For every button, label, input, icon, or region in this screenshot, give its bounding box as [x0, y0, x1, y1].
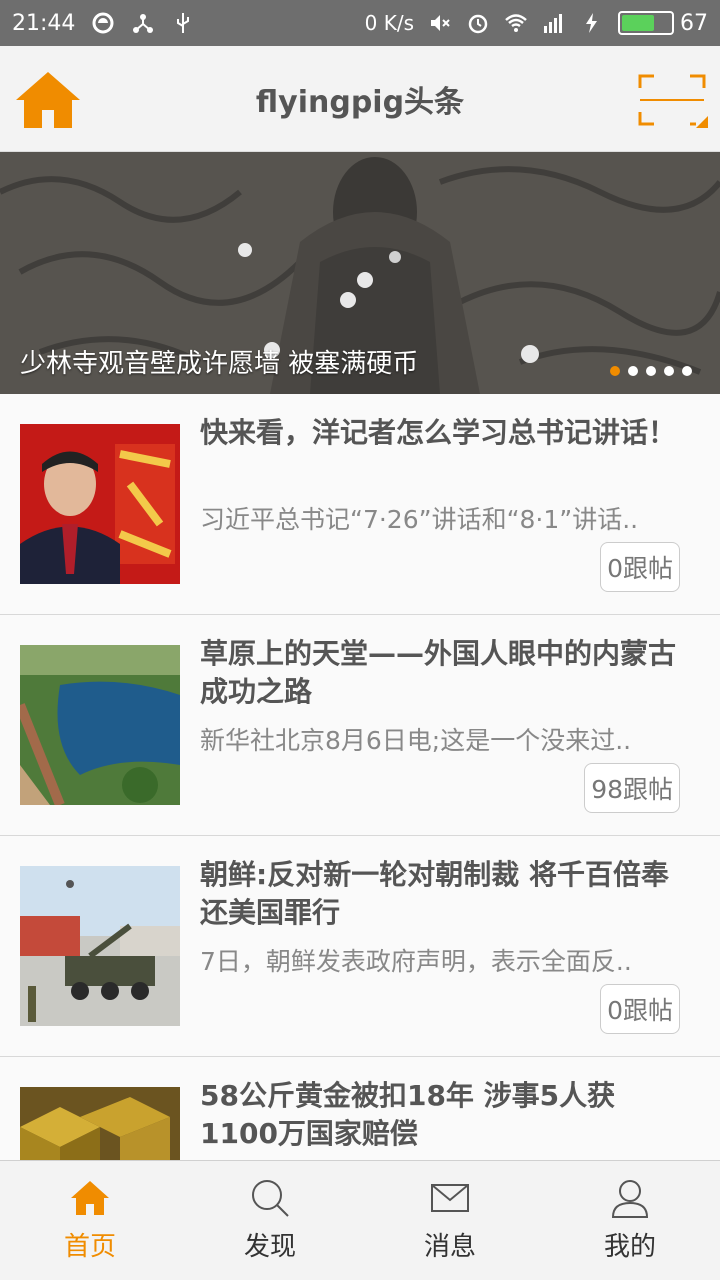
- search-icon: [252, 1180, 289, 1217]
- tab-label: 发现: [243, 1232, 296, 1262]
- battery-icon: [618, 11, 674, 35]
- alarm-icon: [468, 14, 488, 34]
- news-summary: 新华社北京8月6日电;这是一个没来过..: [200, 726, 632, 755]
- mute-icon: [431, 15, 450, 31]
- carousel-dot[interactable]: [628, 366, 638, 376]
- news-thumbnail: [20, 424, 180, 584]
- carousel-dot[interactable]: [682, 366, 692, 376]
- home-icon: [71, 1181, 109, 1215]
- tab-discover[interactable]: 发现: [180, 1161, 360, 1280]
- news-item[interactable]: 快来看，洋记者怎么学习总书记讲话！ 习近平总书记“7·26”讲话和“8·1”讲话…: [0, 394, 720, 615]
- carousel-dot[interactable]: [610, 366, 620, 376]
- news-summary: 习近平总书记“7·26”讲话和“8·1”讲话..: [200, 505, 639, 534]
- news-summary: 7日，朝鲜发表政府声明，表示全面反..: [200, 947, 632, 976]
- news-thumbnail: [20, 645, 180, 805]
- banner-carousel[interactable]: 少林寺观音壁成许愿墙 被塞满硬币: [0, 152, 720, 394]
- signal-icon: [544, 14, 562, 33]
- news-item[interactable]: 58公斤黄金被扣18年 涉事5人获1100万国家赔偿: [0, 1057, 720, 1160]
- news-item[interactable]: 朝鲜:反对新一轮对朝制裁 将千百倍奉还美国罪行 7日，朝鲜发表政府声明，表示全面…: [0, 836, 720, 1057]
- carousel-indicator: [610, 366, 692, 376]
- tab-profile[interactable]: 我的: [540, 1161, 720, 1280]
- carousel-dot[interactable]: [664, 366, 674, 376]
- bottom-tab-bar: 首页 发现 消息 我的: [0, 1160, 720, 1280]
- news-title: 朝鲜:反对新一轮对朝制裁 将千百倍奉还美国罪行: [200, 858, 669, 929]
- battery-indicator: 67: [618, 11, 708, 36]
- scan-icon[interactable]: [636, 72, 708, 128]
- status-time: 21:44: [12, 10, 76, 36]
- page-title: flyingpig头条: [255, 84, 465, 120]
- battery-level: 67: [680, 10, 708, 36]
- mail-icon: [431, 1184, 469, 1212]
- charging-icon: [586, 13, 597, 33]
- reply-count-badge[interactable]: 0跟帖: [600, 984, 680, 1034]
- wifi-icon: [505, 14, 527, 32]
- status-bar: 21:44 0 K/s 67: [0, 0, 720, 46]
- home-icon[interactable]: [14, 68, 82, 130]
- banner-caption: 少林寺观音壁成许愿墙 被塞满硬币: [20, 349, 419, 379]
- reply-count-badge[interactable]: 0跟帖: [600, 542, 680, 592]
- tab-home[interactable]: 首页: [0, 1161, 180, 1280]
- news-title: 快来看，洋记者怎么学习总书记讲话！: [200, 416, 677, 449]
- news-title: 草原上的天堂——外国人眼中的内蒙古成功之路: [200, 637, 677, 708]
- user-icon: [611, 1180, 649, 1218]
- news-list[interactable]: 快来看，洋记者怎么学习总书记讲话！ 习近平总书记“7·26”讲话和“8·1”讲话…: [0, 394, 720, 1160]
- news-thumbnail: [20, 1087, 180, 1160]
- tab-label: 首页: [63, 1232, 116, 1262]
- battery-fill: [622, 15, 655, 31]
- tab-label: 我的: [603, 1232, 656, 1262]
- tab-label: 消息: [423, 1232, 476, 1262]
- carousel-dot[interactable]: [646, 366, 656, 376]
- network-speed: 0 K/s: [364, 11, 414, 35]
- news-title: 58公斤黄金被扣18年 涉事5人获1100万国家赔偿: [200, 1079, 616, 1150]
- app-header: flyingpig头条: [0, 46, 720, 152]
- share-hub-icon: [133, 14, 154, 33]
- sync-icon: [92, 12, 114, 34]
- news-thumbnail: [20, 866, 180, 1026]
- usb-icon: [177, 13, 190, 33]
- tab-messages[interactable]: 消息: [360, 1161, 540, 1280]
- news-item[interactable]: 草原上的天堂——外国人眼中的内蒙古成功之路 新华社北京8月6日电;这是一个没来过…: [0, 615, 720, 836]
- reply-count-badge[interactable]: 98跟帖: [584, 763, 680, 813]
